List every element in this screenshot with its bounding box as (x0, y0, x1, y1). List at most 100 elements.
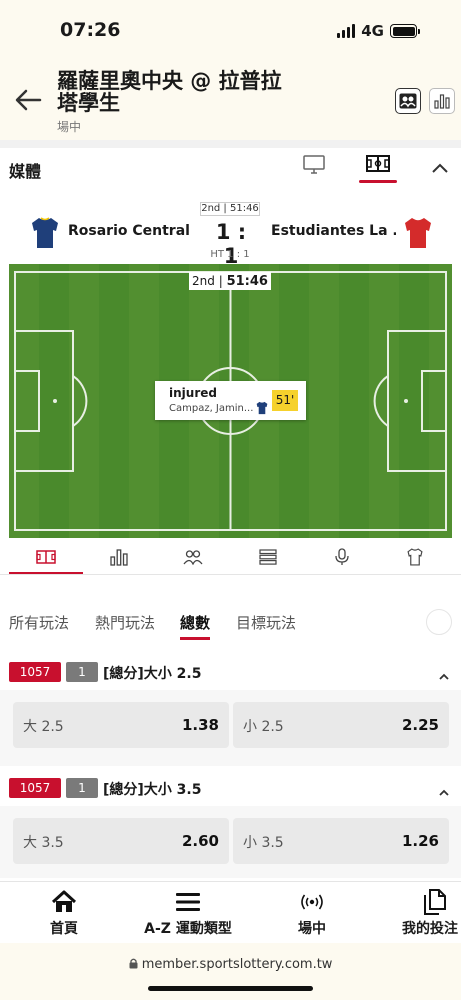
match-tracker-pitch: 2nd | 51:46 injured Campaz, Jamin... 51' (9, 264, 452, 538)
nav-home[interactable]: 首頁 (40, 888, 88, 938)
scoreboard: 2nd | 51:46 Rosario Central 1 : 1 Estudi… (0, 198, 461, 268)
tab-list[interactable] (257, 547, 279, 567)
tab-lineups[interactable] (182, 547, 204, 567)
home-team-name: Rosario Central (68, 223, 190, 239)
signal-icon (337, 24, 356, 38)
match-score: 1 : 1 (215, 220, 247, 268)
odds-value: 2.60 (181, 832, 219, 850)
pitch-time: 51:46 (226, 274, 268, 289)
field-view-button[interactable] (366, 152, 390, 180)
live-icon (301, 894, 323, 910)
odds-button-over[interactable]: 大 3.5 2.60 (13, 818, 229, 864)
section-divider (0, 140, 461, 148)
nav-sports-az[interactable]: A-Z 運動類型 (140, 888, 236, 938)
bar-chart-icon (110, 549, 128, 566)
media-row: 媒體 (0, 148, 461, 192)
pitch-period: 2nd (192, 274, 215, 288)
status-bar: 07:26 4G (0, 0, 461, 62)
tab-totals[interactable]: 總數 (180, 612, 210, 633)
event-card: injured Campaz, Jamin... 51' (155, 381, 306, 420)
battery-icon (390, 24, 420, 38)
media-label: 媒體 (9, 162, 42, 181)
tab-stats[interactable] (108, 547, 130, 567)
bar-chart-icon (434, 94, 450, 109)
pitch-icon (366, 155, 390, 172)
market-code-badge: 1057 (9, 778, 61, 798)
market-card: 1057 1 [總分]大小 2.5 大 2.5 1.38 小 2.5 2.25 (0, 654, 461, 766)
lineup-icon (183, 550, 203, 565)
market-code-badge: 1057 (9, 662, 61, 682)
page-title: 羅薩里奧中央 @ 拉普拉塔學生 (57, 69, 282, 115)
bottom-nav: 首頁 A-Z 運動類型 場中 我的投注 (0, 881, 461, 943)
odds-label: 大 3.5 (23, 835, 64, 851)
halftime-score: HT 1 : 1 (210, 249, 250, 260)
team-icon (399, 93, 417, 109)
chevron-up-icon[interactable] (438, 666, 450, 685)
lock-icon (129, 958, 138, 969)
market-tabs: 所有玩法 熱門玩法 總數 目標玩法 (0, 596, 461, 648)
url-text: member.sportslottery.com.tw (141, 957, 333, 972)
collapse-button[interactable] (431, 159, 449, 178)
home-indicator (148, 986, 313, 991)
market-card: 1057 1 [總分]大小 3.5 大 3.5 2.60 小 3.5 1.26 (0, 770, 461, 878)
chevron-up-icon[interactable] (438, 782, 450, 801)
odds-value: 1.38 (181, 716, 219, 734)
page-subtitle: 場中 (57, 120, 82, 134)
microphone-icon (335, 548, 349, 565)
menu-icon (176, 893, 200, 911)
odds-button-over[interactable]: 大 2.5 1.38 (13, 702, 229, 748)
away-team-name: Estudiantes La ... (271, 223, 396, 239)
nav-label: 場中 (298, 921, 326, 937)
pitch-clock: 2nd | 51:46 (189, 272, 271, 290)
network-type: 4G (361, 22, 384, 40)
bets-icon (424, 889, 446, 915)
tab-pitch[interactable] (35, 547, 57, 567)
media-tab-underline (359, 180, 397, 183)
event-title: injured (169, 386, 217, 400)
tracker-tab-underline (9, 572, 83, 574)
tracker-tabs (0, 541, 461, 575)
market-tab-underline (180, 637, 210, 640)
market-header[interactable]: 1057 1 [總分]大小 3.5 (0, 770, 461, 806)
browser-url-bar: member.sportslottery.com.tw (0, 943, 461, 1000)
tab-all-markets[interactable]: 所有玩法 (9, 612, 69, 633)
tv-button[interactable] (302, 152, 326, 180)
tab-goal-markets[interactable]: 目標玩法 (236, 612, 296, 633)
back-button[interactable] (14, 88, 42, 112)
nav-live[interactable]: 場中 (288, 888, 336, 938)
lineup-button[interactable] (395, 88, 421, 114)
odds-label: 大 2.5 (23, 719, 64, 735)
nav-label: 我的投注 (402, 921, 458, 937)
market-number-badge: 1 (66, 662, 98, 682)
odds-button-under[interactable]: 小 3.5 1.26 (233, 818, 449, 864)
market-more-button[interactable] (426, 609, 452, 635)
tab-commentary[interactable] (331, 547, 353, 567)
home-icon (51, 890, 77, 912)
url-row[interactable]: member.sportslottery.com.tw (0, 957, 461, 972)
nav-label: A-Z 運動類型 (144, 921, 232, 937)
odds-value: 2.25 (401, 716, 439, 734)
pitch-icon (36, 550, 56, 564)
tab-shirts[interactable] (404, 547, 426, 567)
stats-button[interactable] (429, 88, 455, 114)
period-clock-badge: 2nd | 51:46 (200, 202, 260, 216)
arrow-left-icon (15, 89, 42, 111)
shirt-icon (255, 400, 269, 419)
odds-value: 1.26 (401, 832, 439, 850)
odds-label: 小 2.5 (243, 719, 284, 735)
odds-button-under[interactable]: 小 2.5 2.25 (233, 702, 449, 748)
status-time: 07:26 (60, 19, 121, 41)
market-title: [總分]大小 2.5 (103, 666, 202, 682)
page-header: 羅薩里奧中央 @ 拉普拉塔學生 場中 (0, 62, 461, 140)
nav-my-bets[interactable]: 我的投注 (402, 888, 461, 938)
nav-label: 首頁 (50, 921, 78, 937)
market-header[interactable]: 1057 1 [總分]大小 2.5 (0, 654, 461, 690)
away-shirt-icon (403, 216, 433, 254)
market-title: [總分]大小 3.5 (103, 782, 202, 798)
market-number-badge: 1 (66, 778, 98, 798)
home-shirt-icon (30, 216, 60, 254)
odds-label: 小 3.5 (243, 835, 284, 851)
tab-popular-markets[interactable]: 熱門玩法 (95, 612, 155, 633)
shirt-icon (407, 548, 423, 566)
event-minute: 51' (272, 390, 298, 411)
